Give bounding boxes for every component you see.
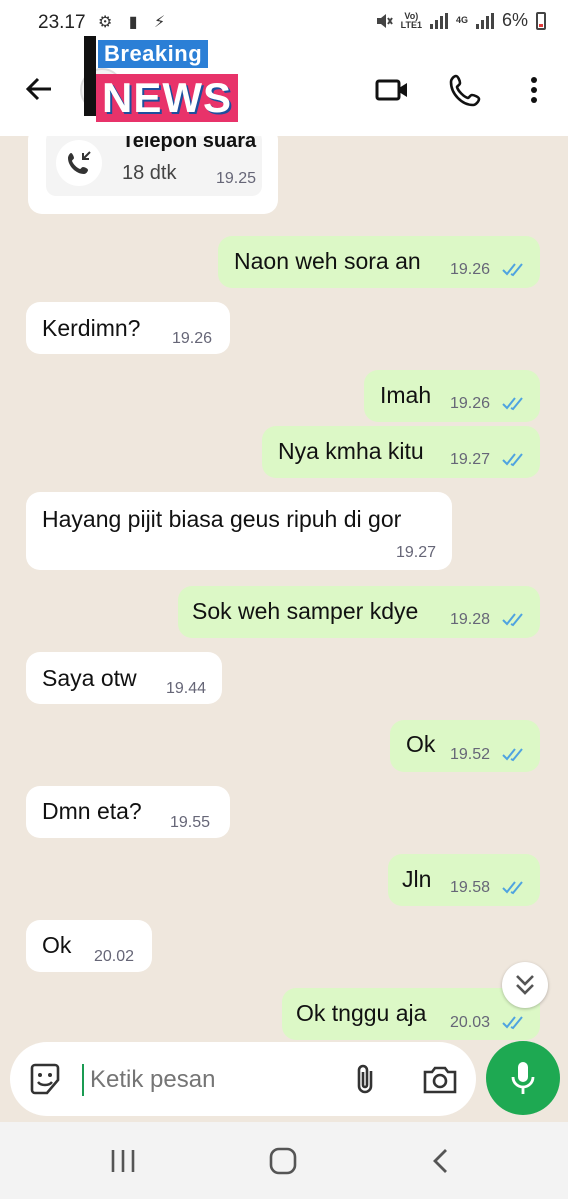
message-time: 19.26 [450,261,491,278]
call-duration: 18 dtk [122,162,177,184]
message-time: 19.58 [450,879,491,896]
message-text: Nya kmha kitu [278,438,424,464]
chat-area[interactable]: Telepon suara 18 dtk 19.25 Naon weh sora… [0,136,568,1041]
message-bubble-out[interactable]: Nya kmha kitu 19.27 [262,426,540,478]
phone-icon[interactable] [448,72,484,108]
text-caret [82,1064,84,1096]
sticker-icon[interactable] [28,1062,62,1096]
read-ticks-icon [502,613,523,627]
overlay-bar [84,36,96,116]
message-bubble-out[interactable]: Imah 19.26 [364,370,540,422]
message-bubble-out[interactable]: Ok 19.52 [390,720,540,772]
overlay-bottom-label: NEWS [96,74,238,122]
message-text: Saya otw [42,665,137,691]
message-bubble-in[interactable]: Saya otw 19.44 [26,652,222,704]
message-time: 19.26 [172,330,213,347]
read-ticks-icon [502,748,523,762]
status-time: 23.17 [38,12,86,33]
message-time: 19.52 [450,746,491,763]
message-input[interactable] [90,1066,340,1094]
message-text: Ok [42,932,72,958]
message-composer [10,1042,476,1116]
read-ticks-icon [502,881,523,895]
message-bubble-in[interactable]: Kerdimn? 19.26 [26,302,230,354]
attach-icon[interactable] [350,1062,382,1096]
call-title: Telepon suara [122,136,257,152]
message-text: Ok tnggu aja [296,1000,427,1026]
camera-icon[interactable] [422,1062,458,1096]
recent-apps-icon[interactable] [106,1146,140,1176]
message-time: 19.28 [450,611,491,628]
message-text: Ok [406,731,436,757]
message-text: Hayang pijit biasa geus ripuh di gor [42,506,402,532]
network-4g: 4G [455,15,468,25]
back-arrow-icon[interactable] [24,74,54,104]
incoming-call-icon [56,140,102,186]
read-ticks-icon [502,397,523,411]
breaking-news-overlay: Breaking NEWS [84,36,260,128]
message-time: 19.55 [170,814,211,831]
battery-percent: 6% [501,10,528,30]
message-bubble-out[interactable]: Naon weh sora an 19.26 [218,236,540,288]
call-log-bubble[interactable]: Telepon suara 18 dtk 19.25 [28,136,278,214]
message-text: Naon weh sora an [234,248,421,274]
voice-record-button[interactable] [486,1041,560,1115]
scroll-to-bottom-button[interactable] [502,962,548,1008]
read-ticks-icon [502,453,523,467]
home-icon[interactable] [266,1146,300,1176]
status-right-group: Vo) LTE1 4G 6% [375,10,546,31]
video-call-icon[interactable] [374,72,410,108]
back-nav-icon[interactable] [426,1146,460,1176]
message-time: 20.03 [450,1014,491,1031]
call-time: 19.25 [216,170,257,187]
message-bubble-out[interactable]: Jln 19.58 [388,854,540,906]
message-time: 20.02 [94,948,135,965]
system-nav-bar [0,1122,568,1199]
message-text: Imah [380,382,432,408]
status-notification-icons: ⚙ ▮ ⚡ [98,14,172,31]
mute-icon [376,13,393,28]
signal-icon [429,12,448,29]
read-ticks-icon [502,263,523,277]
more-vert-icon[interactable] [516,72,552,108]
message-text: Kerdimn? [42,315,141,341]
message-time: 19.27 [396,544,437,561]
message-bubble-in[interactable]: Dmn eta? 19.55 [26,786,230,838]
message-bubble-out[interactable]: Sok weh samper kdye 19.28 [178,586,540,638]
signal-icon-2 [475,12,494,29]
message-time: 19.26 [450,395,491,412]
message-bubble-in[interactable]: Ok 20.02 [26,920,152,972]
message-time: 19.44 [166,680,207,697]
microphone-icon [511,1062,535,1094]
message-time: 19.27 [450,451,491,468]
overlay-top-label: Breaking [98,40,209,68]
message-text: Sok weh samper kdye [192,598,419,624]
volte-indicator: Vo) LTE1 [400,10,422,30]
message-text: Dmn eta? [42,798,142,824]
message-text: Jln [402,866,432,892]
call-log-inner: Telepon suara 18 dtk 19.25 [46,136,262,196]
battery-icon [536,11,546,30]
double-chevron-down-icon [516,975,534,995]
message-bubble-in[interactable]: Hayang pijit biasa geus ripuh di gor 19.… [26,492,452,570]
read-ticks-icon [502,1016,523,1030]
